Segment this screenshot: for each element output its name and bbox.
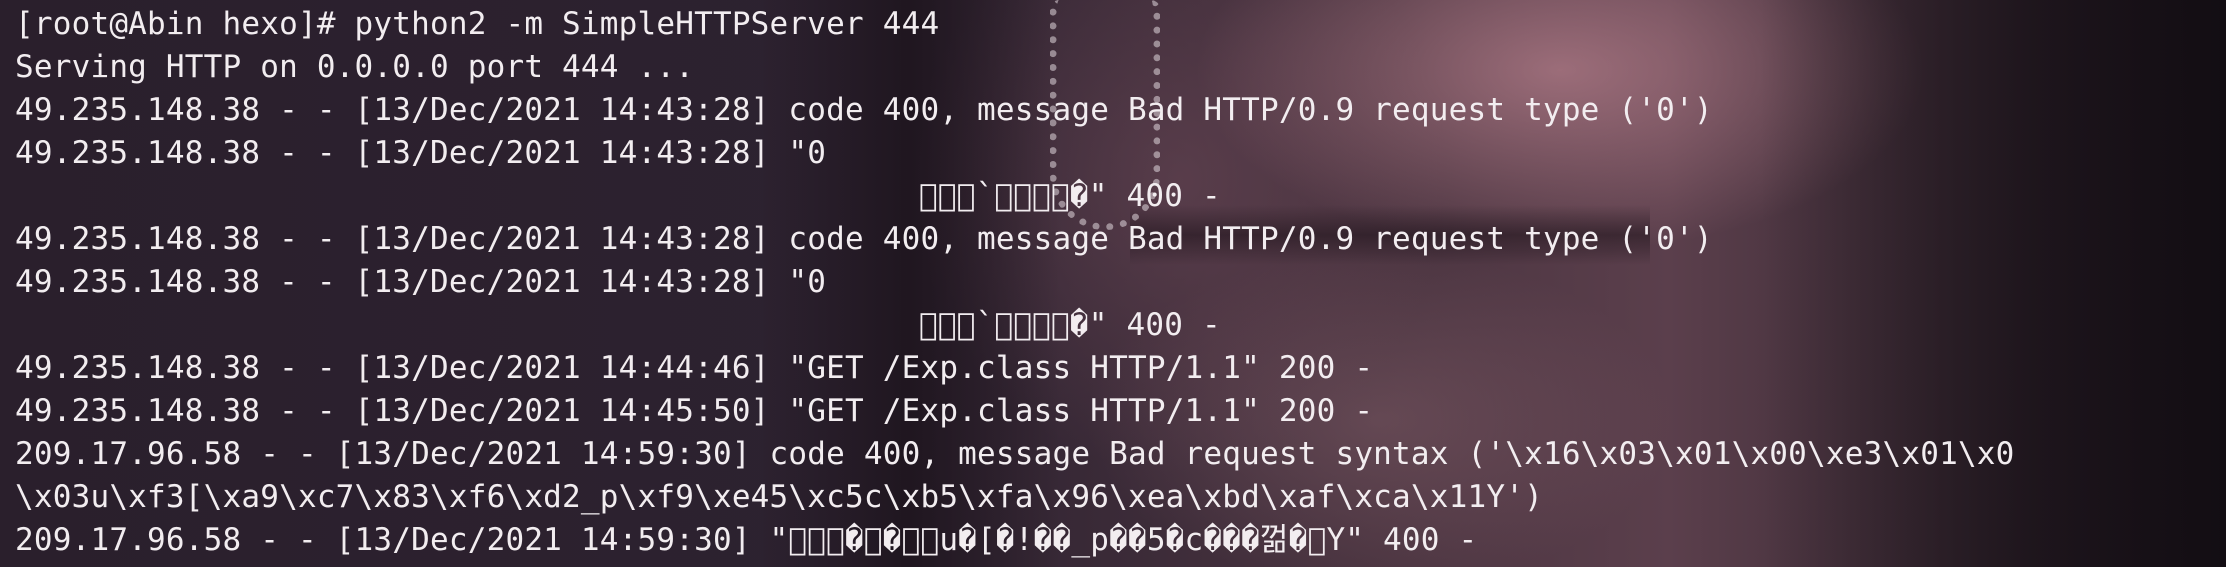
terminal-line-log: 209.17.96.58 - - [13/Dec/2021 14:59:30] … [15,522,1478,558]
terminal-line-log-continuation: \x03u\xf3[\xa9\xc7\x83\xf6\xd2_p\xf9\xe4… [15,479,1543,515]
terminal-line-log: 209.17.96.58 - - [13/Dec/2021 14:59:30] … [15,436,2015,472]
terminal-line-log: 49.235.148.38 - - [13/Dec/2021 14:44:46]… [15,350,1374,386]
terminal-line-serving: Serving HTTP on 0.0.0.0 port 444 ... [15,49,695,85]
terminal-line-command: [root@Abin hexo]# python2 -m SimpleHTTPS… [15,6,940,42]
terminal-line-log: 49.235.148.38 - - [13/Dec/2021 14:45:50]… [15,393,1374,429]
terminal-line-log: 49.235.148.38 - - [13/Dec/2021 14:43:28]… [15,92,1713,128]
terminal-line-log-continuation:    `    �" 400 - [919,178,1221,214]
terminal-line-log: 49.235.148.38 - - [13/Dec/2021 14:43:28]… [15,135,827,171]
terminal-line-log: 49.235.148.38 - - [13/Dec/2021 14:43:28]… [15,221,1713,257]
terminal-line-log: 49.235.148.38 - - [13/Dec/2021 14:43:28]… [15,264,827,300]
terminal-line-log-continuation:    `    �" 400 - [919,307,1221,343]
terminal-output[interactable]: [root@Abin hexo]# python2 -m SimpleHTTPS… [15,3,2015,562]
terminal-window[interactable]: [root@Abin hexo]# python2 -m SimpleHTTPS… [0,0,2226,567]
